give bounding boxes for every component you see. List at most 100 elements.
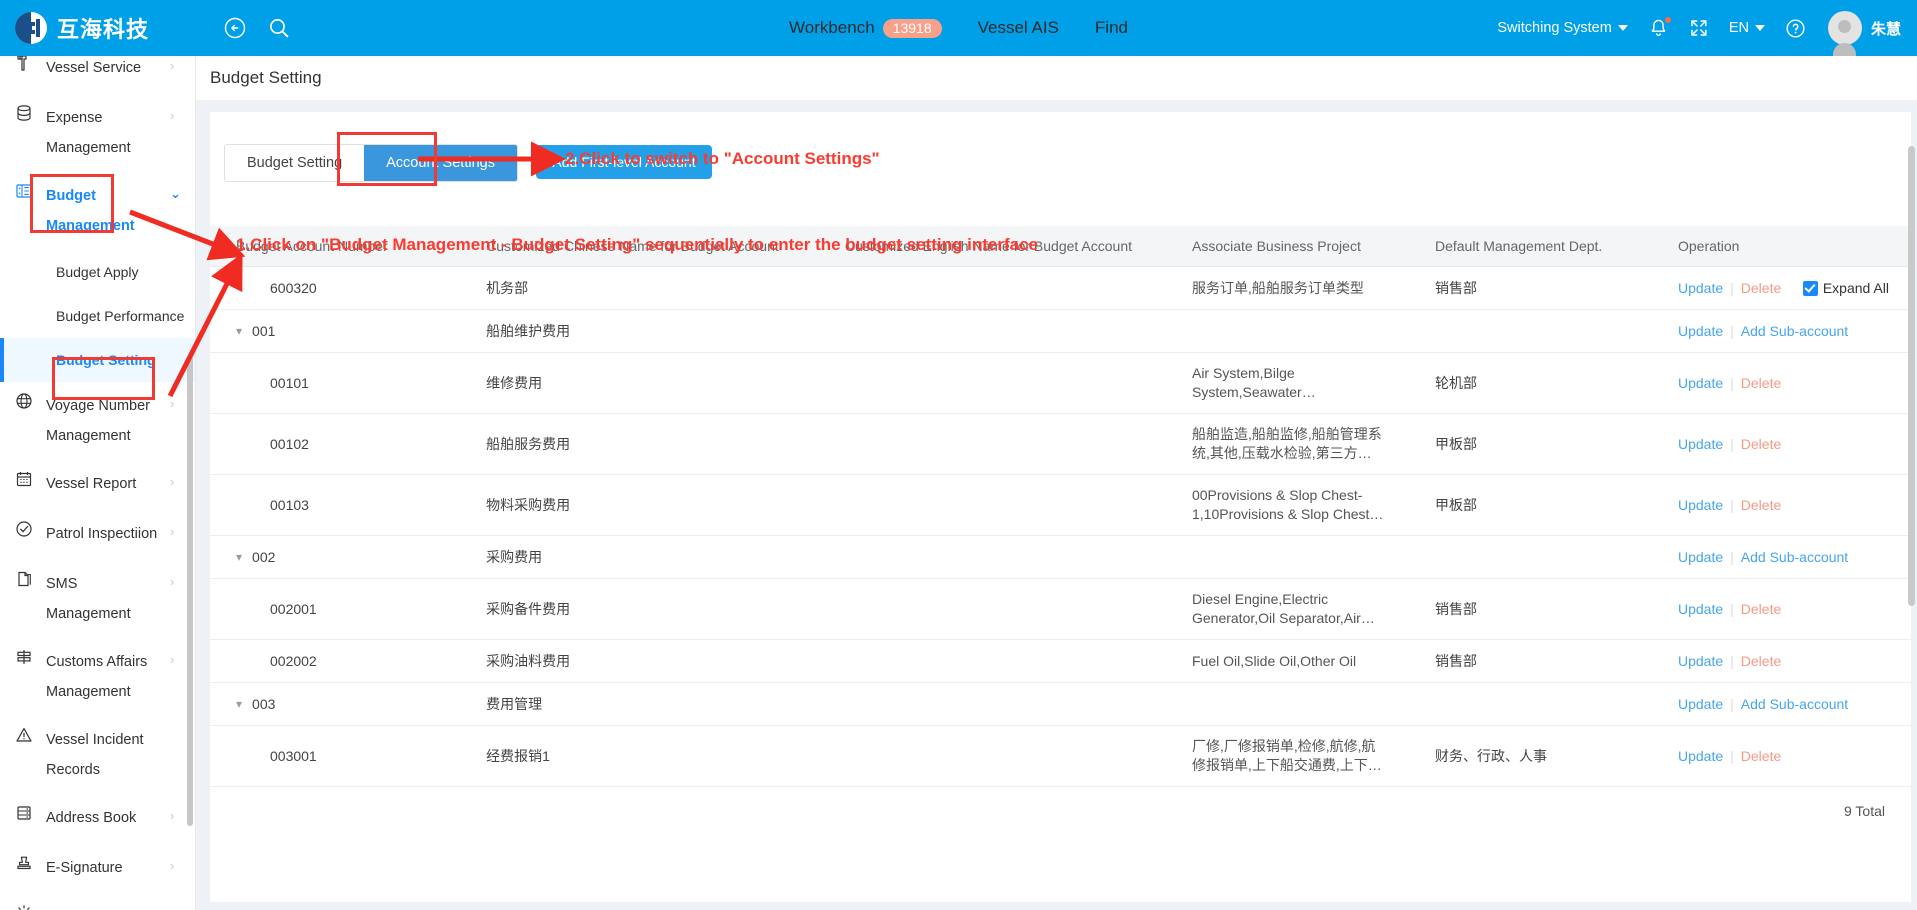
operation-link-update[interactable]: Update [1678, 436, 1723, 452]
address-book-icon [14, 804, 34, 822]
nav-item-find[interactable]: Find [1095, 18, 1128, 38]
add-first-level-account-button[interactable]: Add First-level Account [536, 145, 712, 179]
nav-item-workbench[interactable]: Workbench 13918 [789, 18, 942, 38]
operation-link-add-sub-account[interactable]: Add Sub-account [1741, 696, 1848, 712]
operation-link-update[interactable]: Update [1678, 601, 1723, 617]
sidebar-item-vessel-report[interactable]: Vessel Report › [0, 460, 195, 510]
cell-operation: Update | Delete [1667, 352, 1911, 414]
sidebar-sub-label: Budget Setting [56, 352, 156, 368]
table-row: ▾ 001 船舶维护费用 Update | Add Sub-account [210, 309, 1911, 353]
cell-budget-account-number: 003001 [210, 725, 477, 787]
cell-operation: Update | Add Sub-account [1667, 309, 1911, 353]
customs-icon [14, 648, 34, 666]
sidebar-item-budget-management[interactable]: Budget Management ⌄ [0, 172, 195, 250]
operation-separator: | [1730, 375, 1734, 391]
top-header-bar: 互海科技 Workbench 13918 Vessel AIS Find Swi… [0, 0, 1917, 56]
main-scrollbar[interactable] [1908, 146, 1915, 606]
wrench-icon [14, 56, 34, 72]
switching-system-dropdown[interactable]: Switching System [1497, 20, 1628, 36]
bell-icon[interactable] [1648, 15, 1672, 39]
operation-link-delete[interactable]: Delete [1741, 436, 1781, 452]
search-icon[interactable] [265, 14, 293, 42]
operation-link-update[interactable]: Update [1678, 323, 1723, 339]
avatar[interactable] [1827, 11, 1862, 56]
back-arrow-icon[interactable] [221, 14, 249, 42]
sidebar-item-voyage-number-management[interactable]: Voyage Number Management › [0, 382, 195, 460]
operation-link-delete[interactable]: Delete [1741, 748, 1781, 764]
sidebar-item-e-signature[interactable]: E-Signature › [0, 844, 195, 894]
operation-link-delete[interactable]: Delete [1741, 653, 1781, 669]
operation-link-delete[interactable]: Delete [1741, 375, 1781, 391]
budget-account-number-value: 002001 [270, 601, 317, 617]
operation-link-delete[interactable]: Delete [1741, 280, 1781, 296]
table-row: ▾ 003 费用管理 Update | Add Sub-account [210, 682, 1911, 726]
operation-link-delete[interactable]: Delete [1741, 497, 1781, 513]
budget-account-number-value: 001 [252, 323, 276, 339]
fullscreen-icon[interactable] [1689, 18, 1709, 38]
operation-link-update[interactable]: Update [1678, 375, 1723, 391]
cell-english-name [834, 725, 1182, 787]
nav-item-vessel-ais[interactable]: Vessel AIS [978, 18, 1059, 38]
table-row: 00103 物料采购费用 00Provisions & Slop Chest-1,1… [210, 474, 1911, 536]
col-operation: Operation [1667, 226, 1911, 267]
language-dropdown[interactable]: EN [1729, 20, 1765, 36]
cell-budget-account-number: ▾ 001 [210, 309, 477, 353]
cell-default-management-dept [1424, 535, 1668, 579]
sidebar-item-vessel-service[interactable]: Vessel Service › [0, 56, 195, 94]
cell-operation: Update | Delete [1667, 639, 1911, 683]
budget-account-number-value: 003 [252, 696, 276, 712]
cell-associate-business-project-value: 服务订单,船舶服务订单类型 [1191, 279, 1364, 296]
help-circle-icon[interactable] [1785, 18, 1806, 39]
table-header: Budget Account Number Customized Chinese… [210, 226, 1911, 267]
sidebar-item-budget-apply[interactable]: Budget Apply [0, 250, 195, 294]
operation-separator: | [1730, 280, 1734, 296]
database-icon [14, 104, 34, 122]
chevron-down-icon[interactable]: ▾ [236, 550, 242, 564]
sidebar-item-setting[interactable]: Setting › [0, 894, 195, 910]
cell-associate-business-project [1181, 309, 1425, 353]
sidebar-item-patrol-inspection[interactable]: Patrol Inspectiion › [0, 510, 195, 560]
chevron-down-icon[interactable]: ▾ [236, 697, 242, 711]
sidebar-scrollbar[interactable] [187, 356, 193, 826]
operation-link-update[interactable]: Update [1678, 549, 1723, 565]
operation-link-update[interactable]: Update [1678, 696, 1723, 712]
sidebar-item-address-book[interactable]: Address Book › [0, 794, 195, 844]
avatar-head-icon [1838, 20, 1852, 33]
budget-account-number-value: 002 [252, 549, 276, 565]
sidebar-item-sms-management[interactable]: SMS Management › [0, 560, 195, 638]
expand-all-checkbox[interactable]: Expand All [1802, 280, 1889, 296]
chevron-down-icon: ⌄ [170, 186, 181, 201]
sidebar-label: Patrol Inspectiion [46, 526, 158, 542]
operation-link-update[interactable]: Update [1678, 497, 1723, 513]
operation-link-add-sub-account[interactable]: Add Sub-account [1741, 549, 1848, 565]
cell-associate-business-project-value: 厂修,厂修报销单,检修,航修,航修报销单,上下船交通费,上下船路费,采购… [1191, 738, 1382, 773]
sidebar-item-budget-performance[interactable]: Budget Performance [0, 294, 195, 338]
budget-account-number-value: 00103 [270, 497, 309, 513]
cell-english-name [834, 639, 1182, 683]
operation-link-update[interactable]: Update [1678, 653, 1723, 669]
operation-link-update[interactable]: Update [1678, 280, 1723, 296]
operation-link-delete[interactable]: Delete [1741, 601, 1781, 617]
operation-link-update[interactable]: Update [1678, 748, 1723, 764]
sidebar-item-vessel-incident-records[interactable]: Vessel Incident Records [0, 716, 195, 794]
cell-operation: Update | Add Sub-account [1667, 682, 1911, 726]
checkbox-icon[interactable] [1802, 280, 1818, 296]
sidebar-item-expense-management[interactable]: Expense Management › [0, 94, 195, 172]
cell-chinese-name: 维修费用 [476, 352, 835, 414]
cell-budget-account-number: 00103 [210, 474, 477, 536]
chevron-right-icon: › [170, 574, 175, 589]
tab-account-settings[interactable]: Account Settings [364, 145, 517, 181]
cell-associate-business-project-value: 船舶监造,船舶监修,船舶管理系统,其他,压载水检验,第三方检验服务,通… [1191, 426, 1382, 461]
cell-associate-business-project: Diesel Engine,Electric Generator,Oil Sep… [1181, 578, 1425, 640]
chevron-down-icon[interactable]: ▾ [236, 324, 242, 338]
cell-budget-account-number: 00102 [210, 413, 477, 475]
switching-system-label: Switching System [1497, 20, 1612, 36]
tab-budget-setting[interactable]: Budget Setting [225, 145, 365, 181]
total-count-label: 9 Total [1844, 803, 1885, 819]
sidebar-label: Expense Management [46, 110, 131, 156]
sidebar-item-customs-affairs-management[interactable]: Customs Affairs Management › [0, 638, 195, 716]
sidebar-item-budget-setting[interactable]: Budget Setting [0, 338, 195, 382]
operation-link-add-sub-account[interactable]: Add Sub-account [1741, 323, 1848, 339]
cell-operation: Update | Delete [1667, 578, 1911, 640]
cell-english-name [834, 474, 1182, 536]
